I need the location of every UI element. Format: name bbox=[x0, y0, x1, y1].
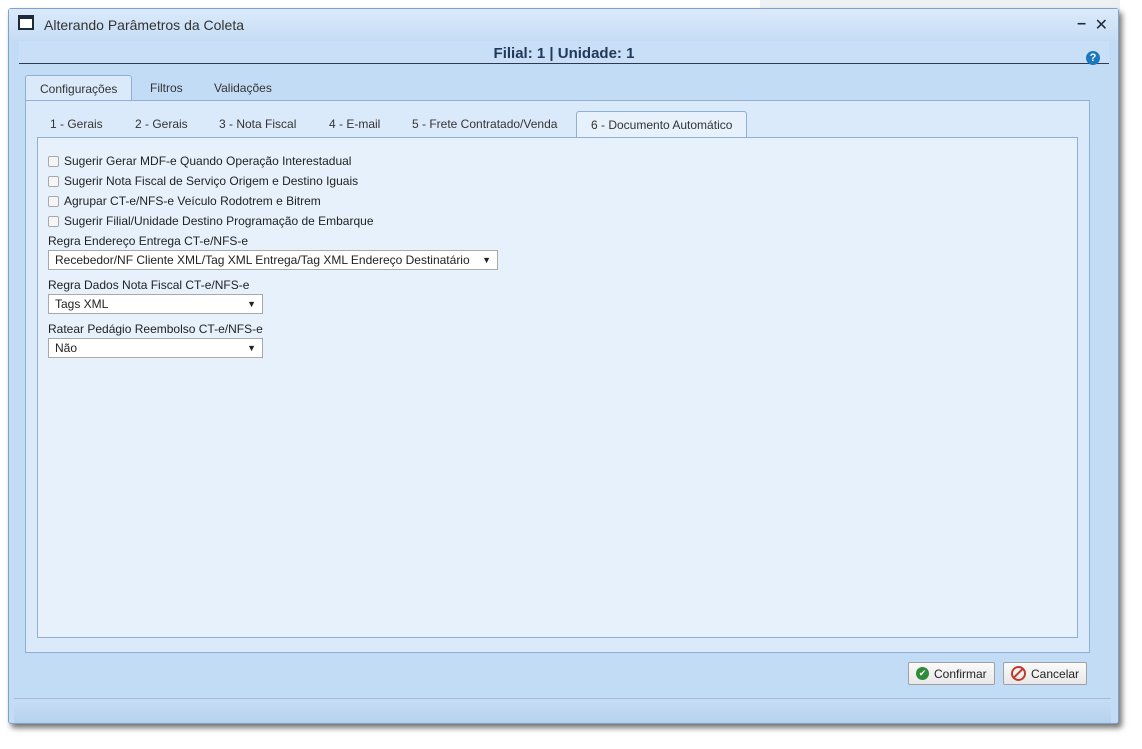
minimize-button[interactable]: – bbox=[1077, 15, 1086, 33]
tab-1-gerais[interactable]: 1 - Gerais bbox=[36, 111, 117, 137]
tab-6-documento-automatico[interactable]: 6 - Documento Automático bbox=[576, 111, 748, 138]
dados-nf-select[interactable]: Tags XML ▼ bbox=[48, 294, 263, 314]
endereco-select[interactable]: Recebedor/NF Cliente XML/Tag XML Entrega… bbox=[48, 250, 498, 270]
cancel-button[interactable]: Cancelar bbox=[1003, 662, 1088, 685]
checkbox-mdfe[interactable] bbox=[48, 155, 59, 167]
checkbox-mdfe-label: Sugerir Gerar MDF-e Quando Operação Inte… bbox=[64, 154, 352, 168]
status-bar bbox=[14, 698, 1111, 723]
endereco-select-value: Recebedor/NF Cliente XML/Tag XML Entrega… bbox=[55, 253, 470, 267]
checkbox-row-nf-servico[interactable]: Sugerir Nota Fiscal de Serviço Origem e … bbox=[48, 173, 358, 189]
cancel-icon bbox=[1011, 666, 1026, 681]
confirm-button-label: Confirmar bbox=[934, 666, 987, 681]
chevron-down-icon: ▼ bbox=[247, 343, 256, 353]
checkbox-nf-servico[interactable] bbox=[48, 175, 59, 187]
close-button[interactable]: ✕ bbox=[1095, 15, 1108, 35]
checkbox-row-mdfe[interactable]: Sugerir Gerar MDF-e Quando Operação Inte… bbox=[48, 153, 351, 169]
dialog-window: Alterando Parâmetros da Coleta – ✕ Filia… bbox=[8, 8, 1119, 724]
tab-5-frete[interactable]: 5 - Frete Contratado/Venda bbox=[398, 111, 571, 137]
chevron-down-icon: ▼ bbox=[247, 299, 256, 309]
cancel-button-label: Cancelar bbox=[1031, 666, 1080, 681]
titlebar: Alterando Parâmetros da Coleta – ✕ bbox=[9, 9, 1118, 40]
tab-validacoes[interactable]: Validações bbox=[200, 75, 286, 101]
chevron-down-icon: ▼ bbox=[482, 255, 491, 265]
checkbox-agrupar[interactable] bbox=[48, 195, 59, 207]
pedagio-label: Ratear Pedágio Reembolso CT-e/NFS-e bbox=[48, 322, 263, 336]
checkbox-row-agrupar[interactable]: Agrupar CT-e/NFS-e Veículo Rodotrem e Bi… bbox=[48, 193, 321, 209]
check-icon: ✔ bbox=[916, 667, 929, 680]
header-bar: Filial: 1 | Unidade: 1 bbox=[19, 41, 1109, 64]
tab-filtros[interactable]: Filtros bbox=[136, 75, 197, 101]
checkbox-row-filial-destino[interactable]: Sugerir Filial/Unidade Destino Programaç… bbox=[48, 213, 374, 229]
window-icon bbox=[18, 15, 34, 30]
window-title: Alterando Parâmetros da Coleta bbox=[44, 17, 244, 33]
pedagio-select-value: Não bbox=[55, 341, 78, 355]
tab-2-gerais[interactable]: 2 - Gerais bbox=[121, 111, 202, 137]
checkbox-filial-destino[interactable] bbox=[48, 215, 59, 227]
tab-4-email[interactable]: 4 - E-mail bbox=[315, 111, 394, 137]
filial-unidade-title: Filial: 1 | Unidade: 1 bbox=[493, 45, 635, 62]
pedagio-select[interactable]: Não ▼ bbox=[48, 338, 263, 358]
confirm-button[interactable]: ✔ Confirmar bbox=[908, 662, 995, 685]
checkbox-agrupar-label: Agrupar CT-e/NFS-e Veículo Rodotrem e Bi… bbox=[64, 194, 321, 208]
dados-nf-select-value: Tags XML bbox=[55, 297, 109, 311]
help-icon[interactable]: ? bbox=[1086, 51, 1100, 65]
endereco-label: Regra Endereço Entrega CT-e/NFS-e bbox=[48, 234, 249, 248]
checkbox-filial-destino-label: Sugerir Filial/Unidade Destino Programaç… bbox=[64, 214, 374, 228]
documento-automatico-panel: Sugerir Gerar MDF-e Quando Operação Inte… bbox=[37, 137, 1078, 638]
checkbox-nf-servico-label: Sugerir Nota Fiscal de Serviço Origem e … bbox=[64, 174, 359, 188]
configuracoes-panel: 1 - Gerais 2 - Gerais 3 - Nota Fiscal 4 … bbox=[25, 100, 1090, 653]
tab-3-nota-fiscal[interactable]: 3 - Nota Fiscal bbox=[205, 111, 310, 137]
dados-nf-label: Regra Dados Nota Fiscal CT-e/NFS-e bbox=[48, 278, 250, 292]
tab-configuracoes[interactable]: Configurações bbox=[25, 75, 133, 102]
